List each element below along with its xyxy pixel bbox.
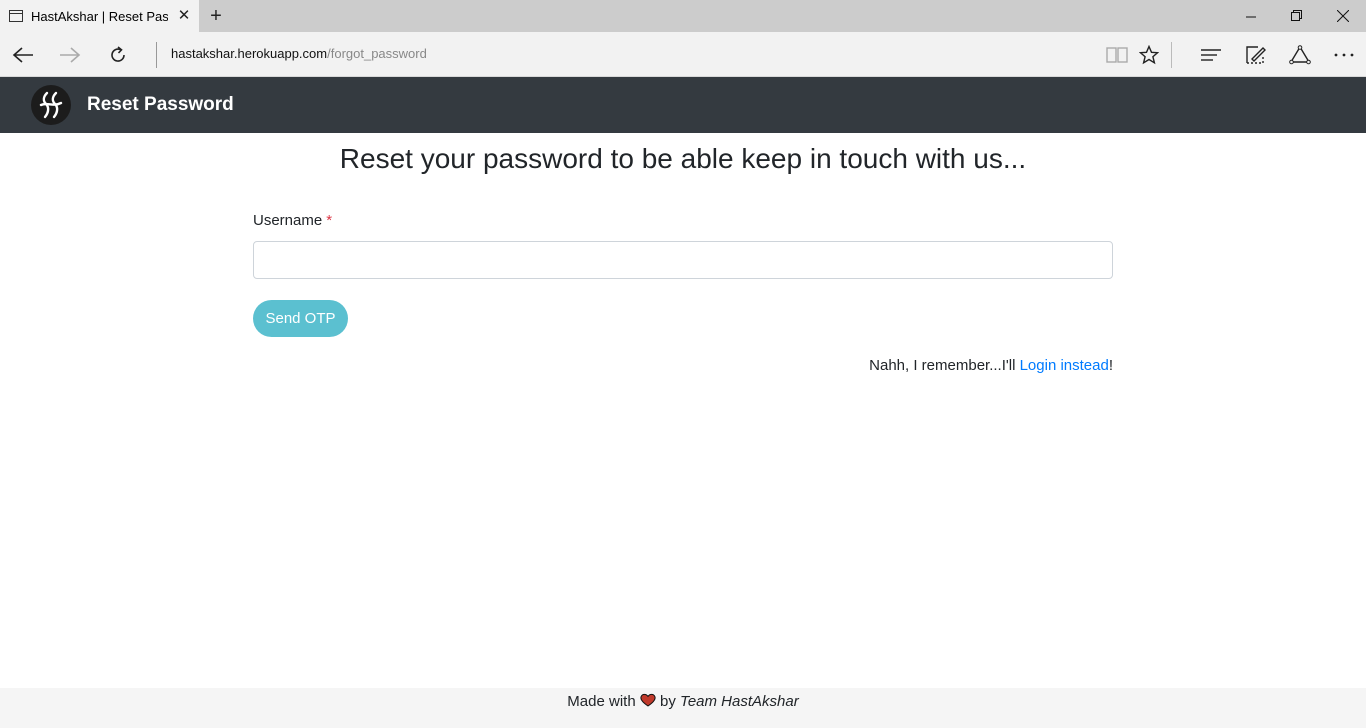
browser-tab[interactable]: HastAkshar | Reset Password ✕ (0, 0, 199, 32)
more-options-icon[interactable] (1330, 41, 1358, 69)
forward-arrow-icon[interactable] (56, 41, 84, 69)
browser-tabstrip: HastAkshar | Reset Password ✕ + (0, 0, 1366, 32)
footer-made-with: Made with (567, 693, 636, 710)
page-icon (9, 10, 23, 22)
toolbar-separator (1171, 42, 1172, 68)
close-tab-icon[interactable]: ✕ (176, 8, 192, 24)
username-input[interactable] (253, 241, 1113, 279)
footer-by: by (660, 693, 676, 710)
page-brand-title[interactable]: Reset Password (87, 94, 234, 116)
web-note-icon[interactable] (1241, 41, 1269, 69)
heart-icon (640, 693, 656, 707)
minimize-icon[interactable] (1228, 0, 1274, 32)
page-heading: Reset your password to be able keep in t… (339, 143, 1027, 174)
footer: Made with by Team HastAkshar (0, 688, 1366, 728)
username-label-text: Username (253, 212, 323, 229)
browser-toolbar: hastakshar.herokuapp.com/forgot_password (0, 32, 1366, 77)
share-icon[interactable] (1286, 41, 1314, 69)
close-window-icon[interactable] (1320, 0, 1366, 32)
new-tab-icon[interactable]: + (206, 6, 226, 26)
address-separator (156, 42, 157, 68)
footer-team: Team HastAkshar (680, 693, 799, 710)
login-instead-link[interactable]: Login instead (1020, 357, 1109, 374)
required-mark: * (326, 212, 333, 229)
tab-title: HastAkshar | Reset Password (31, 8, 168, 24)
address-bar[interactable]: hastakshar.herokuapp.com/forgot_password (171, 46, 427, 61)
favorite-star-icon[interactable] (1135, 41, 1163, 69)
address-path: /forgot_password (327, 46, 427, 61)
back-arrow-icon[interactable] (9, 41, 37, 69)
login-suffix: ! (1108, 357, 1113, 374)
login-prefix: Nahh, I remember...I'll (869, 357, 1020, 374)
hub-icon[interactable] (1197, 41, 1225, 69)
address-host: hastakshar.herokuapp.com (171, 46, 328, 61)
reading-view-icon[interactable] (1103, 41, 1131, 69)
hastakshar-logo[interactable] (31, 85, 71, 125)
restore-icon[interactable] (1274, 0, 1320, 32)
refresh-icon[interactable] (104, 41, 132, 69)
username-label: Username * (253, 212, 332, 229)
login-prompt: Nahh, I remember...I'll Login instead! (253, 357, 1113, 374)
site-header: Reset Password (0, 77, 1366, 133)
send-otp-button[interactable]: Send OTP (253, 300, 348, 337)
